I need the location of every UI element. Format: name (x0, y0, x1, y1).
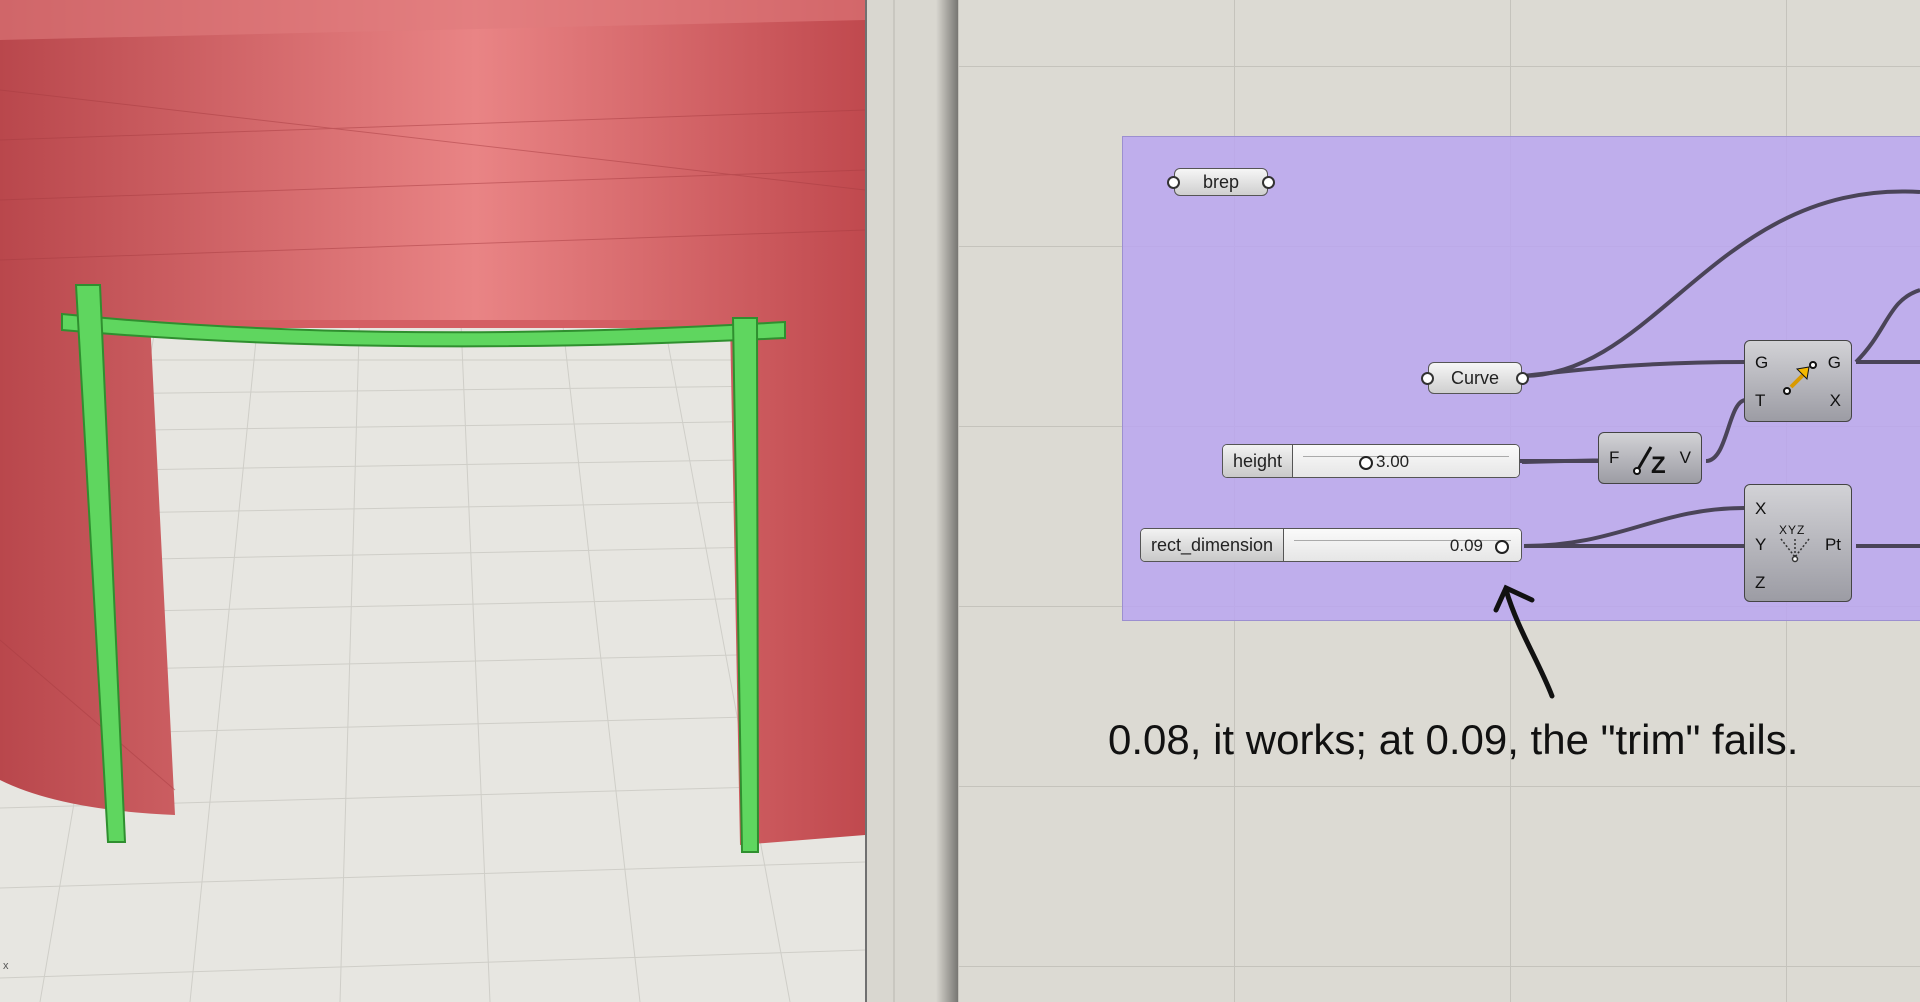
brep-input-grip[interactable] (1167, 176, 1180, 189)
axis-label: x (3, 960, 9, 972)
construct-point-input-y[interactable]: Y (1755, 535, 1766, 555)
construct-point-input-z[interactable]: Z (1755, 573, 1765, 593)
viewport-scene (0, 0, 865, 1002)
move-arrow-icon (1783, 361, 1817, 395)
annotation-text: 0.08, it works; at 0.09, the "trim" fail… (1108, 716, 1799, 763)
height-slider-label: height (1223, 445, 1294, 477)
unit-z-input-f[interactable]: F (1609, 448, 1619, 468)
construct-point-input-x[interactable]: X (1755, 499, 1766, 519)
divider-edge (865, 0, 867, 1002)
height-slider-value: 3.00 (1376, 452, 1410, 471)
move-output-g[interactable]: G (1828, 353, 1841, 373)
curve-output-grip[interactable] (1516, 372, 1529, 385)
height-slider[interactable]: height 3.00 (1222, 444, 1520, 478)
curve-param-label: Curve (1450, 367, 1499, 388)
divider-shadow (936, 0, 958, 1002)
curve-param[interactable]: Curve (1421, 362, 1529, 394)
curve-input-grip[interactable] (1421, 372, 1434, 385)
move-input-t[interactable]: T (1755, 391, 1765, 411)
rect-dimension-slider[interactable]: rect_dimension 0.09 (1140, 528, 1522, 562)
brep-output-grip[interactable] (1262, 176, 1275, 189)
wire-curve-to-move (1521, 360, 1747, 378)
wire-curve-out (1521, 189, 1920, 378)
brep-param[interactable]: brep (1167, 168, 1275, 196)
height-slider-track[interactable]: 3.00 (1293, 445, 1519, 477)
wire-move-up (1854, 288, 1920, 364)
grasshopper-canvas[interactable]: brep Curve height 3.00 rect_dimension 0.… (958, 0, 1920, 1002)
brep-param-label: brep (1202, 171, 1240, 192)
unit-z-output-v[interactable]: V (1680, 448, 1691, 468)
rect-dimension-slider-knob[interactable] (1495, 540, 1509, 554)
move-output-x[interactable]: X (1830, 391, 1841, 411)
construct-point-icon: XYZ (1775, 523, 1815, 563)
divider-strip (893, 0, 895, 1002)
construct-point-output-pt[interactable]: Pt (1825, 535, 1841, 555)
svg-text:Z: Z (1651, 452, 1666, 477)
construct-point-component[interactable]: X Y Z XYZ Pt (1744, 484, 1852, 602)
rect-dimension-slider-label: rect_dimension (1141, 529, 1285, 561)
move-input-g[interactable]: G (1755, 353, 1768, 373)
wire-unitz-to-move (1705, 398, 1747, 463)
rhino-viewport[interactable]: x (0, 0, 865, 1002)
annotation-arrow-shaft (1503, 587, 1555, 699)
pane-divider[interactable] (865, 0, 958, 1002)
unit-z-icon: Z (1633, 446, 1666, 477)
rect-dimension-slider-track[interactable]: 0.09 (1284, 529, 1521, 561)
wire-rect-to-x (1523, 506, 1745, 548)
construct-point-lines (1780, 538, 1810, 563)
unit-z-component[interactable]: F Z V (1598, 432, 1702, 484)
rect-dimension-slider-value: 0.09 (1449, 536, 1483, 555)
height-slider-knob[interactable] (1359, 456, 1374, 470)
move-component[interactable]: G T G X (1744, 340, 1852, 422)
